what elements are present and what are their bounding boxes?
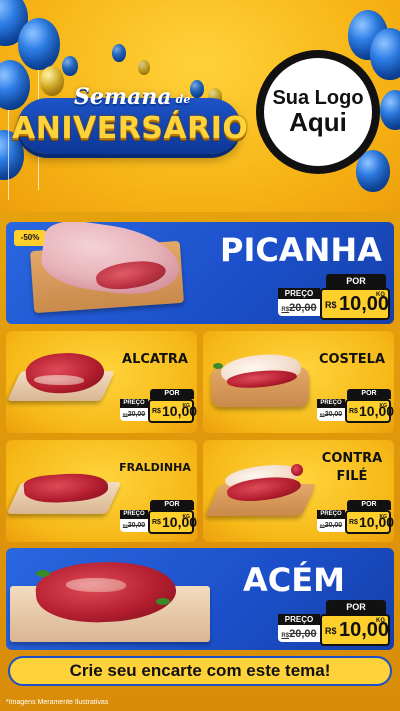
old-value: 20,00 (127, 411, 146, 418)
old-price-box: PREÇO R$20,00 (120, 399, 148, 421)
currency: R$ (349, 519, 358, 526)
old-price: R$20,00 (278, 300, 320, 316)
title-de: de (175, 93, 191, 106)
product-card-alcatra: ALCATRA POR PREÇO R$20,00 R$ 10,00 KG (6, 331, 197, 433)
price-tag: POR PREÇO R$20,00 R$ 10,00 KG (278, 600, 390, 646)
unit: KG (182, 514, 191, 520)
price-tag: POR PREÇO R$20,00 R$ 10,00 KG (120, 500, 197, 534)
product-name: COSTELA (318, 352, 386, 367)
product-card-fraldinha: FRALDINHA POR PREÇO R$20,00 R$ 10,00 KG (6, 440, 197, 542)
title-small: Semana de (74, 76, 214, 110)
new-price-box: R$ 10,00 KG (345, 510, 394, 534)
currency: R$ (152, 408, 161, 415)
new-price-box: R$ 10,00 KG (345, 399, 394, 423)
old-value: 20,00 (289, 628, 317, 640)
balloon-icon (112, 44, 126, 62)
tomato-icon (291, 464, 303, 476)
balloon-icon (380, 90, 400, 130)
new-price-box: R$ 10,00 KG (320, 614, 390, 646)
por-label: POR (326, 274, 386, 288)
new-price: 10,00 (359, 403, 394, 419)
product-card-acem: ACÉM POR PREÇO R$20,00 R$ 10,00 KG (6, 548, 394, 650)
currency: R$ (152, 519, 161, 526)
herb-icon (36, 570, 50, 577)
old-price: R$20,00 (317, 408, 345, 421)
old-price-box: PREÇO R$20,00 (317, 510, 345, 532)
unit: KG (182, 403, 191, 409)
old-value: 20,00 (127, 522, 146, 529)
por-label: POR (150, 389, 194, 399)
old-price: R$20,00 (317, 519, 345, 532)
discount-badge: -50% (14, 230, 46, 246)
herb-icon (156, 598, 170, 605)
currency: R$ (325, 626, 337, 636)
old-price: R$20,00 (278, 626, 320, 642)
old-value: 20,00 (324, 411, 343, 418)
product-name: ACÉM (243, 561, 345, 599)
price-tag: POR PREÇO R$20,00 R$ 10,00 KG (317, 389, 394, 423)
logo-placeholder: Sua Logo Aqui (256, 50, 380, 174)
unit: KG (379, 403, 388, 409)
old-price-box: PREÇO R$20,00 (317, 399, 345, 421)
header-banner: Semana de ANIVERSÁRIO Sua Logo Aqui (0, 0, 400, 212)
por-label: POR (347, 500, 391, 510)
herb-icon (213, 363, 223, 369)
unit: KG (379, 514, 388, 520)
new-price-box: R$ 10,00 KG (148, 510, 197, 534)
preco-label: PREÇO (120, 510, 148, 519)
product-card-contra-file: CONTRA FILÉ POR PREÇO R$20,00 R$ 10,00 K… (203, 440, 394, 542)
product-name: PICANHA (220, 231, 382, 269)
old-price-box: PREÇO R$20,00 (278, 614, 320, 642)
balloon-icon (18, 18, 60, 70)
logo-inner: Sua Logo Aqui (264, 58, 372, 166)
new-price: 10,00 (162, 403, 197, 419)
new-price: 10,00 (162, 514, 197, 530)
product-card-costela: COSTELA POR PREÇO R$20,00 R$ 10,00 KG (203, 331, 394, 433)
por-label: POR (347, 389, 391, 399)
old-price-box: PREÇO R$20,00 (120, 510, 148, 532)
currency: R$ (349, 408, 358, 415)
price-tag: POR PREÇO R$20,00 R$ 10,00 KG (120, 389, 197, 423)
old-value: 20,00 (289, 302, 317, 314)
logo-text-line2: Aqui (289, 106, 347, 137)
product-name: FRALDINHA (119, 461, 191, 474)
logo-text-line1: Sua Logo (272, 86, 364, 109)
title-aniversario: ANIVERSÁRIO (12, 111, 249, 146)
new-price-box: R$ 10,00 KG (320, 288, 390, 320)
price-tag: POR PREÇO R$20,00 R$ 10,00 KG (317, 500, 394, 534)
balloon-icon (370, 28, 400, 80)
preco-label: PREÇO (317, 399, 345, 408)
acem-fat (66, 578, 126, 592)
old-currency: R$ (281, 307, 290, 313)
old-price: R$20,00 (120, 519, 148, 532)
price-tag: POR PREÇO R$20,00 R$ 10,00 KG (278, 274, 390, 320)
product-name: ALCATRA (122, 352, 188, 367)
por-label: POR (326, 600, 386, 614)
por-label: POR (150, 500, 194, 510)
new-price-box: R$ 10,00 KG (148, 399, 197, 423)
product-name-line2: FILÉ (336, 469, 368, 484)
old-currency: R$ (281, 633, 290, 639)
product-card-picanha: -50% PICANHA POR PREÇO R$20,00 R$ 10,00 … (6, 222, 394, 324)
unit: KG (376, 618, 385, 624)
old-price-box: PREÇO R$20,00 (278, 288, 320, 316)
preco-label: PREÇO (317, 510, 345, 519)
event-title: Semana de ANIVERSÁRIO (12, 72, 249, 172)
cta-banner[interactable]: Crie seu encarte com este tema! (8, 656, 392, 686)
old-value: 20,00 (324, 522, 343, 529)
footnote: *Imagens Meramente Ilustrativas (6, 699, 109, 706)
product-name-line1: CONTRA (321, 451, 383, 466)
new-price: 10,00 (359, 514, 394, 530)
preco-label: PREÇO (278, 614, 320, 625)
preco-label: PREÇO (278, 288, 320, 299)
preco-label: PREÇO (120, 399, 148, 408)
unit: KG (376, 292, 385, 298)
currency: R$ (325, 300, 337, 310)
old-price: R$20,00 (120, 408, 148, 421)
alcatra-fat (34, 375, 84, 385)
